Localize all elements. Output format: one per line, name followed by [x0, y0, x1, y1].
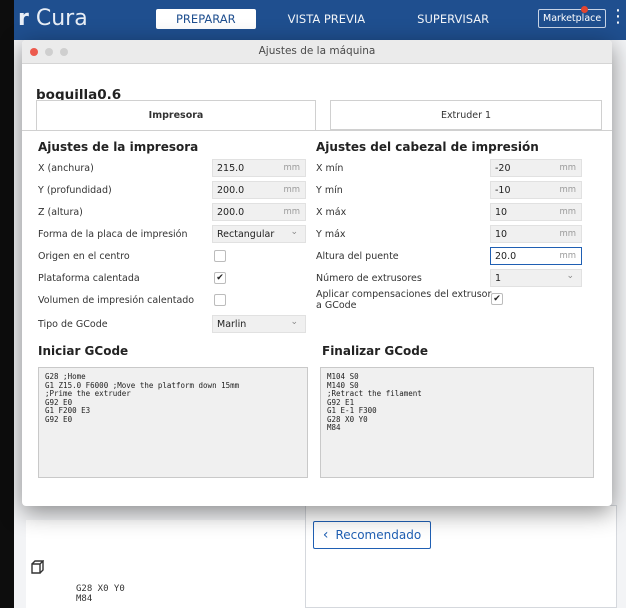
bg-gcode-line: G28 X0 Y0: [76, 584, 125, 594]
printhead-settings-heading: Ajustes del cabezal de impresión: [316, 140, 539, 154]
settings-tabbar: Impresora Extruder 1: [36, 100, 602, 130]
marketplace-button[interactable]: Marketplace: [538, 9, 607, 28]
xmin-field[interactable]: -20 mm: [490, 159, 582, 177]
bg-gcode-line: M84: [76, 594, 93, 604]
plate-shape-value: Rectangular: [217, 228, 275, 240]
heated-volume-label: Volumen de impresión calentado: [38, 295, 195, 306]
tab-extruder-1[interactable]: Extruder 1: [330, 100, 602, 130]
vertical-ellipsis-icon[interactable]: ⋮: [609, 8, 626, 26]
width-unit: mm: [283, 163, 300, 173]
start-gcode-heading: Iniciar GCode: [38, 344, 129, 358]
printer-settings-heading: Ajustes de la impresora: [38, 140, 199, 154]
notification-dot: [581, 6, 588, 13]
xmax-field[interactable]: 10 mm: [490, 203, 582, 221]
gcode-flavor-label: Tipo de GCode: [38, 319, 108, 330]
ymax-value: 10: [495, 228, 508, 240]
end-gcode-heading: Finalizar GCode: [322, 344, 428, 358]
tab-impresora[interactable]: Impresora: [36, 100, 316, 130]
xmax-label: X máx: [316, 207, 347, 218]
tab-vista-previa[interactable]: VISTA PREVIA: [268, 9, 386, 29]
dialog-titlebar: Ajustes de la máquina: [22, 40, 612, 64]
origin-center-checkbox[interactable]: [214, 250, 226, 262]
heated-volume-checkbox[interactable]: [214, 294, 226, 306]
chevron-left-icon: ‹: [322, 527, 329, 543]
xmin-label: X mín: [316, 163, 344, 174]
extruder-count-value: 1: [495, 272, 502, 284]
gantry-height-value: 20.0: [495, 250, 517, 262]
apply-offsets-label-line2: a GCode: [316, 300, 357, 311]
ymax-label: Y máx: [316, 229, 346, 240]
gantry-height-unit: mm: [559, 251, 576, 261]
recommended-label: Recomendado: [335, 528, 422, 542]
height-value: 200.0: [217, 206, 245, 218]
extruder-count-select[interactable]: 1 ⌄: [490, 269, 582, 287]
gcode-flavor-value: Marlin: [217, 318, 247, 330]
tab-preparar[interactable]: PREPARAR: [156, 9, 256, 29]
machine-settings-dialog: Ajustes de la máquina boquilla0.6 Impres…: [22, 40, 612, 506]
plate-shape-label: Forma de la placa de impresión: [38, 229, 188, 240]
chevron-down-icon: ⌄: [566, 271, 574, 281]
depth-label: Y (profundidad): [38, 185, 112, 196]
stage-tabs: PREPARAR VISTA PREVIA SUPERVISAR: [156, 9, 521, 29]
extruder-count-label: Número de extrusores: [316, 273, 422, 284]
plate-shape-select[interactable]: Rectangular ⌄: [212, 225, 306, 243]
depth-field[interactable]: 200.0 mm: [212, 181, 306, 199]
xmin-value: -20: [495, 162, 511, 174]
gcode-flavor-select[interactable]: Marlin ⌄: [212, 315, 306, 333]
logo-letter: r: [18, 6, 29, 31]
tab-supervisar[interactable]: SUPERVISAR: [397, 9, 509, 29]
height-label: Z (altura): [38, 207, 83, 218]
ymin-field[interactable]: -10 mm: [490, 181, 582, 199]
xmax-value: 10: [495, 206, 508, 218]
cura-logo: r Cura: [18, 6, 88, 31]
gantry-height-field[interactable]: 20.0 mm: [490, 247, 582, 265]
ymin-value: -10: [495, 184, 511, 196]
height-unit: mm: [283, 207, 300, 217]
gantry-height-label: Altura del puente: [316, 251, 399, 262]
gcode-preview-panel: [26, 520, 348, 608]
recommended-button[interactable]: ‹ Recomendado: [313, 521, 431, 549]
dialog-title: Ajustes de la máquina: [258, 45, 376, 57]
depth-unit: mm: [283, 185, 300, 195]
chevron-down-icon: ⌄: [290, 317, 298, 327]
apply-offsets-label-line1: Aplicar compensaciones del extrusor: [316, 289, 492, 300]
width-field[interactable]: 215.0 mm: [212, 159, 306, 177]
apply-offsets-checkbox[interactable]: ✔: [491, 293, 503, 305]
ymax-field[interactable]: 10 mm: [490, 225, 582, 243]
origin-center-label: Origen en el centro: [38, 251, 130, 262]
height-field[interactable]: 200.0 mm: [212, 203, 306, 221]
start-gcode-editor[interactable]: G28 ;Home G1 Z15.0 F6000 ;Move the platf…: [38, 367, 308, 478]
depth-value: 200.0: [217, 184, 245, 196]
heated-bed-label: Plataforma calentada: [38, 273, 140, 284]
xmax-unit: mm: [559, 207, 576, 217]
heated-bed-checkbox[interactable]: ✔: [214, 272, 226, 284]
checkmark-icon: ✔: [216, 273, 224, 283]
ymin-unit: mm: [559, 185, 576, 195]
end-gcode-editor[interactable]: M104 S0 M140 S0 ;Retract the filament G9…: [320, 367, 594, 478]
checkmark-icon: ✔: [493, 294, 501, 304]
width-label: X (anchura): [38, 163, 94, 174]
cube-icon[interactable]: [28, 560, 44, 576]
apply-offsets-label: Aplicar compensaciones del extrusor a GC…: [316, 289, 491, 311]
bg-gcode-text: G28 X0 Y0 M84: [76, 584, 125, 604]
tab-divider: [22, 130, 612, 131]
width-value: 215.0: [217, 162, 245, 174]
ymax-unit: mm: [559, 229, 576, 239]
ymin-label: Y mín: [316, 185, 343, 196]
chevron-down-icon: ⌄: [290, 227, 298, 237]
logo-text: Cura: [28, 6, 88, 31]
cura-header: r Cura PREPARAR VISTA PREVIA SUPERVISAR …: [14, 0, 626, 40]
xmin-unit: mm: [559, 163, 576, 173]
